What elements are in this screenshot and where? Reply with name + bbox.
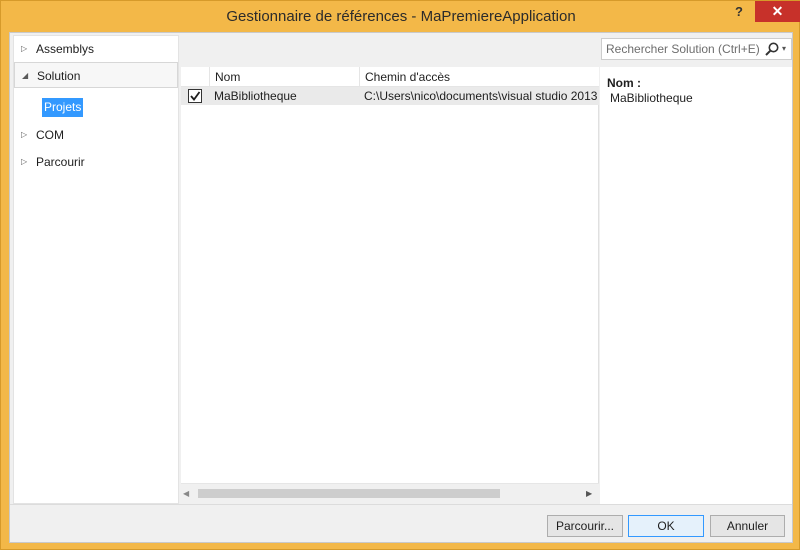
category-tree: ▷ Assemblys ◢ Solution Projets ▷ COM ▷ P… — [13, 35, 179, 504]
row-name: MaBibliotheque — [214, 89, 297, 103]
tree-item-label: Projets — [42, 98, 84, 117]
list-header: Nom Chemin d'accès — [181, 67, 599, 87]
cancel-button[interactable]: Annuler — [710, 515, 785, 537]
column-header-nom[interactable]: Nom — [209, 67, 359, 87]
dialog-footer: Parcourir... OK Annuler — [10, 504, 792, 542]
checkmark-icon — [190, 91, 201, 101]
search-icon[interactable] — [764, 41, 780, 57]
tree-item-label: COM — [36, 128, 64, 142]
dialog-client-area: ▷ Assemblys ◢ Solution Projets ▷ COM ▷ P… — [9, 32, 793, 543]
tree-item-com[interactable]: ▷ COM — [14, 122, 178, 148]
details-name-label: Nom : — [607, 76, 641, 90]
details-panel: Nom : MaBibliotheque — [600, 67, 792, 504]
column-header-chemin[interactable]: Chemin d'accès — [359, 67, 599, 87]
ok-button[interactable]: OK — [628, 515, 704, 537]
browse-button[interactable]: Parcourir... — [547, 515, 623, 537]
search-box: ▾ — [601, 38, 792, 60]
details-name-value: MaBibliotheque — [610, 91, 693, 105]
table-row[interactable]: MaBibliotheque C:\Users\nico\documents\v… — [181, 87, 599, 105]
reference-list: Nom Chemin d'accès MaBibliotheque C:\Use… — [181, 67, 599, 504]
tree-item-label: Assemblys — [36, 42, 95, 56]
tree-item-solution[interactable]: ◢ Solution — [14, 62, 178, 88]
search-options-dropdown-icon[interactable]: ▾ — [782, 39, 786, 59]
tree-item-parcourir[interactable]: ▷ Parcourir — [14, 149, 178, 175]
help-button[interactable]: ? — [725, 1, 753, 23]
reference-manager-window: Gestionnaire de références - MaPremiereA… — [0, 0, 800, 550]
expand-arrow-icon[interactable]: ▷ — [21, 122, 31, 148]
scroll-left-icon[interactable]: ◀ — [183, 489, 189, 498]
tree-item-label: Solution — [37, 69, 81, 83]
expand-arrow-icon[interactable]: ▷ — [21, 36, 31, 62]
expand-arrow-icon[interactable]: ▷ — [21, 149, 31, 175]
search-input[interactable] — [602, 39, 760, 59]
scrollbar-thumb[interactable] — [198, 489, 500, 498]
scroll-right-icon[interactable]: ▶ — [586, 489, 592, 498]
include-checkbox[interactable] — [188, 89, 202, 103]
collapse-arrow-icon[interactable]: ◢ — [22, 63, 32, 89]
tree-item-assemblys[interactable]: ▷ Assemblys — [14, 36, 178, 62]
horizontal-scrollbar[interactable]: ◀ ▶ — [181, 483, 599, 504]
close-button[interactable]: ✕ — [755, 1, 800, 22]
titlebar: Gestionnaire de références - MaPremiereA… — [1, 1, 800, 32]
tree-item-projets[interactable]: Projets — [14, 92, 178, 122]
row-path: C:\Users\nico\documents\visual studio 20… — [364, 89, 598, 103]
tree-item-label: Parcourir — [36, 155, 85, 169]
window-title: Gestionnaire de références - MaPremiereA… — [226, 8, 576, 25]
